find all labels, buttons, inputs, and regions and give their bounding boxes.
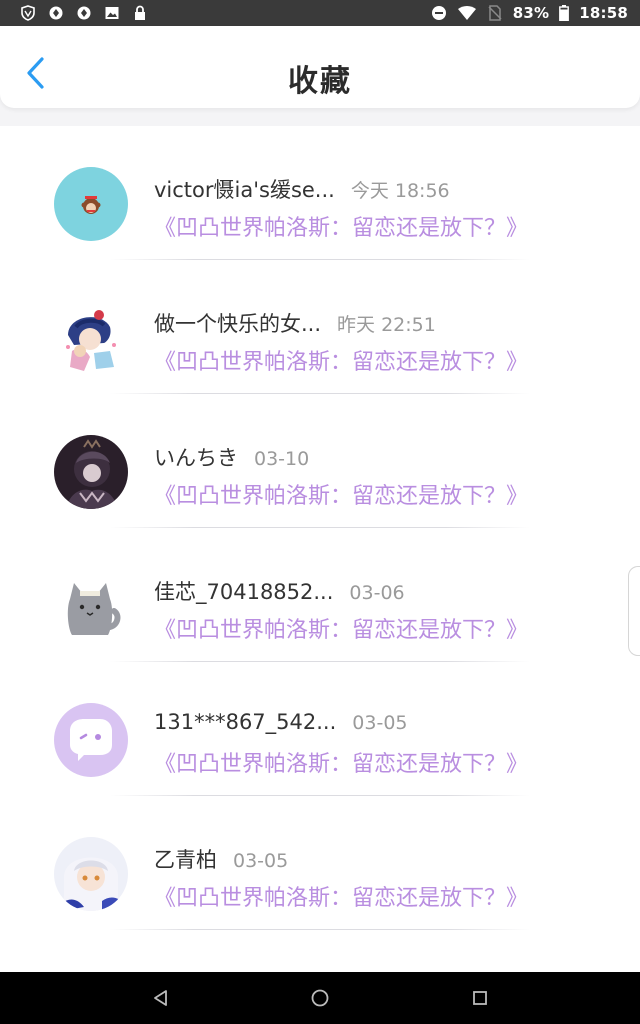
timestamp: 今天 18:56 bbox=[350, 180, 450, 202]
avatar[interactable] bbox=[54, 703, 128, 777]
timestamp: 03-05 bbox=[352, 712, 408, 734]
timestamp: 03-06 bbox=[349, 582, 405, 604]
avatar[interactable] bbox=[54, 569, 128, 643]
favorite-item[interactable]: 佳芯_70418852... 03-06 《凹凸世界帕洛斯：留恋还是放下？》 bbox=[0, 528, 640, 662]
status-bar: 83% 18:58 bbox=[0, 0, 640, 26]
header: 收藏 bbox=[0, 26, 640, 108]
default-chat-avatar-icon bbox=[54, 703, 128, 777]
user-name: 131***867_542... 03-05 bbox=[154, 710, 408, 734]
clock: 18:58 bbox=[579, 4, 628, 22]
avatar[interactable] bbox=[54, 837, 128, 911]
lock-icon bbox=[135, 5, 145, 20]
wifi-icon bbox=[457, 6, 476, 20]
user-name: victor慑ia's缓se... 今天 18:56 bbox=[154, 174, 450, 204]
article-link[interactable]: 《凹凸世界帕洛斯：留恋还是放下？》 bbox=[154, 746, 528, 778]
sync-icon bbox=[49, 6, 63, 20]
avatar[interactable] bbox=[54, 301, 128, 375]
avatar[interactable] bbox=[54, 167, 128, 241]
favorites-list: victor慑ia's缓se... 今天 18:56 《凹凸世界帕洛斯：留恋还是放… bbox=[0, 126, 640, 972]
user-name-text: 做一个快乐的女... bbox=[154, 312, 322, 336]
page-title: 收藏 bbox=[288, 64, 352, 99]
article-link[interactable]: 《凹凸世界帕洛斯：留恋还是放下？》 bbox=[154, 880, 528, 912]
timestamp: 03-10 bbox=[254, 448, 310, 470]
favorite-item[interactable]: いんちき 03-10 《凹凸世界帕洛斯：留恋还是放下？》 bbox=[0, 394, 640, 528]
no-sim-icon bbox=[488, 5, 502, 21]
favorite-item[interactable]: 131***867_542... 03-05 《凹凸世界帕洛斯：留恋还是放下？》 bbox=[0, 662, 640, 796]
shield-icon bbox=[21, 5, 35, 21]
divider bbox=[110, 929, 530, 930]
monkey-avatar-icon bbox=[54, 167, 128, 241]
user-name-text: 131***867_542... bbox=[154, 710, 337, 734]
anime-girl-avatar-icon bbox=[54, 301, 128, 375]
user-name-text: victor慑ia's缓se... bbox=[154, 178, 335, 202]
dark-character-avatar-icon bbox=[54, 435, 128, 509]
user-name: 乙青柏 03-05 bbox=[154, 844, 288, 874]
user-name: いんちき 03-10 bbox=[154, 442, 309, 472]
nav-home-button[interactable] bbox=[300, 978, 340, 1018]
article-link[interactable]: 《凹凸世界帕洛斯：留恋还是放下？》 bbox=[154, 478, 528, 510]
favorite-item[interactable]: 乙青柏 03-05 《凹凸世界帕洛斯：留恋还是放下？》 bbox=[0, 796, 640, 930]
nav-back-button[interactable] bbox=[140, 978, 180, 1018]
favorite-item[interactable]: 做一个快乐的女... 昨天 22:51 《凹凸世界帕洛斯：留恋还是放下？》 bbox=[0, 260, 640, 394]
home-icon bbox=[311, 989, 329, 1007]
user-name-text: 佳芯_70418852... bbox=[154, 580, 334, 604]
user-name-text: 乙青柏 bbox=[154, 848, 217, 872]
nav-recents-button[interactable] bbox=[460, 978, 500, 1018]
back-icon bbox=[154, 990, 167, 1006]
user-name: 做一个快乐的女... 昨天 22:51 bbox=[154, 308, 436, 338]
favorite-item[interactable]: victor慑ia's缓se... 今天 18:56 《凹凸世界帕洛斯：留恋还是放… bbox=[0, 126, 640, 260]
navigation-bar bbox=[0, 972, 640, 1024]
battery-percent: 83% bbox=[512, 4, 550, 22]
gray-cat-avatar-icon bbox=[54, 569, 128, 643]
sync-icon bbox=[77, 6, 91, 20]
user-name-text: いんちき bbox=[154, 446, 238, 470]
recents-icon bbox=[473, 991, 487, 1005]
avatar[interactable] bbox=[54, 435, 128, 509]
article-link[interactable]: 《凹凸世界帕洛斯：留恋还是放下？》 bbox=[154, 344, 528, 376]
article-link[interactable]: 《凹凸世界帕洛斯：留恋还是放下？》 bbox=[154, 210, 528, 242]
battery-icon bbox=[559, 5, 570, 21]
dnd-icon bbox=[431, 6, 446, 20]
side-handle[interactable] bbox=[628, 566, 640, 656]
article-link[interactable]: 《凹凸世界帕洛斯：留恋还是放下？》 bbox=[154, 612, 528, 644]
timestamp: 03-05 bbox=[233, 850, 289, 872]
image-icon bbox=[105, 7, 119, 19]
user-name: 佳芯_70418852... 03-06 bbox=[154, 576, 405, 606]
white-hair-girl-avatar-icon bbox=[54, 837, 128, 911]
timestamp: 昨天 22:51 bbox=[337, 314, 436, 336]
